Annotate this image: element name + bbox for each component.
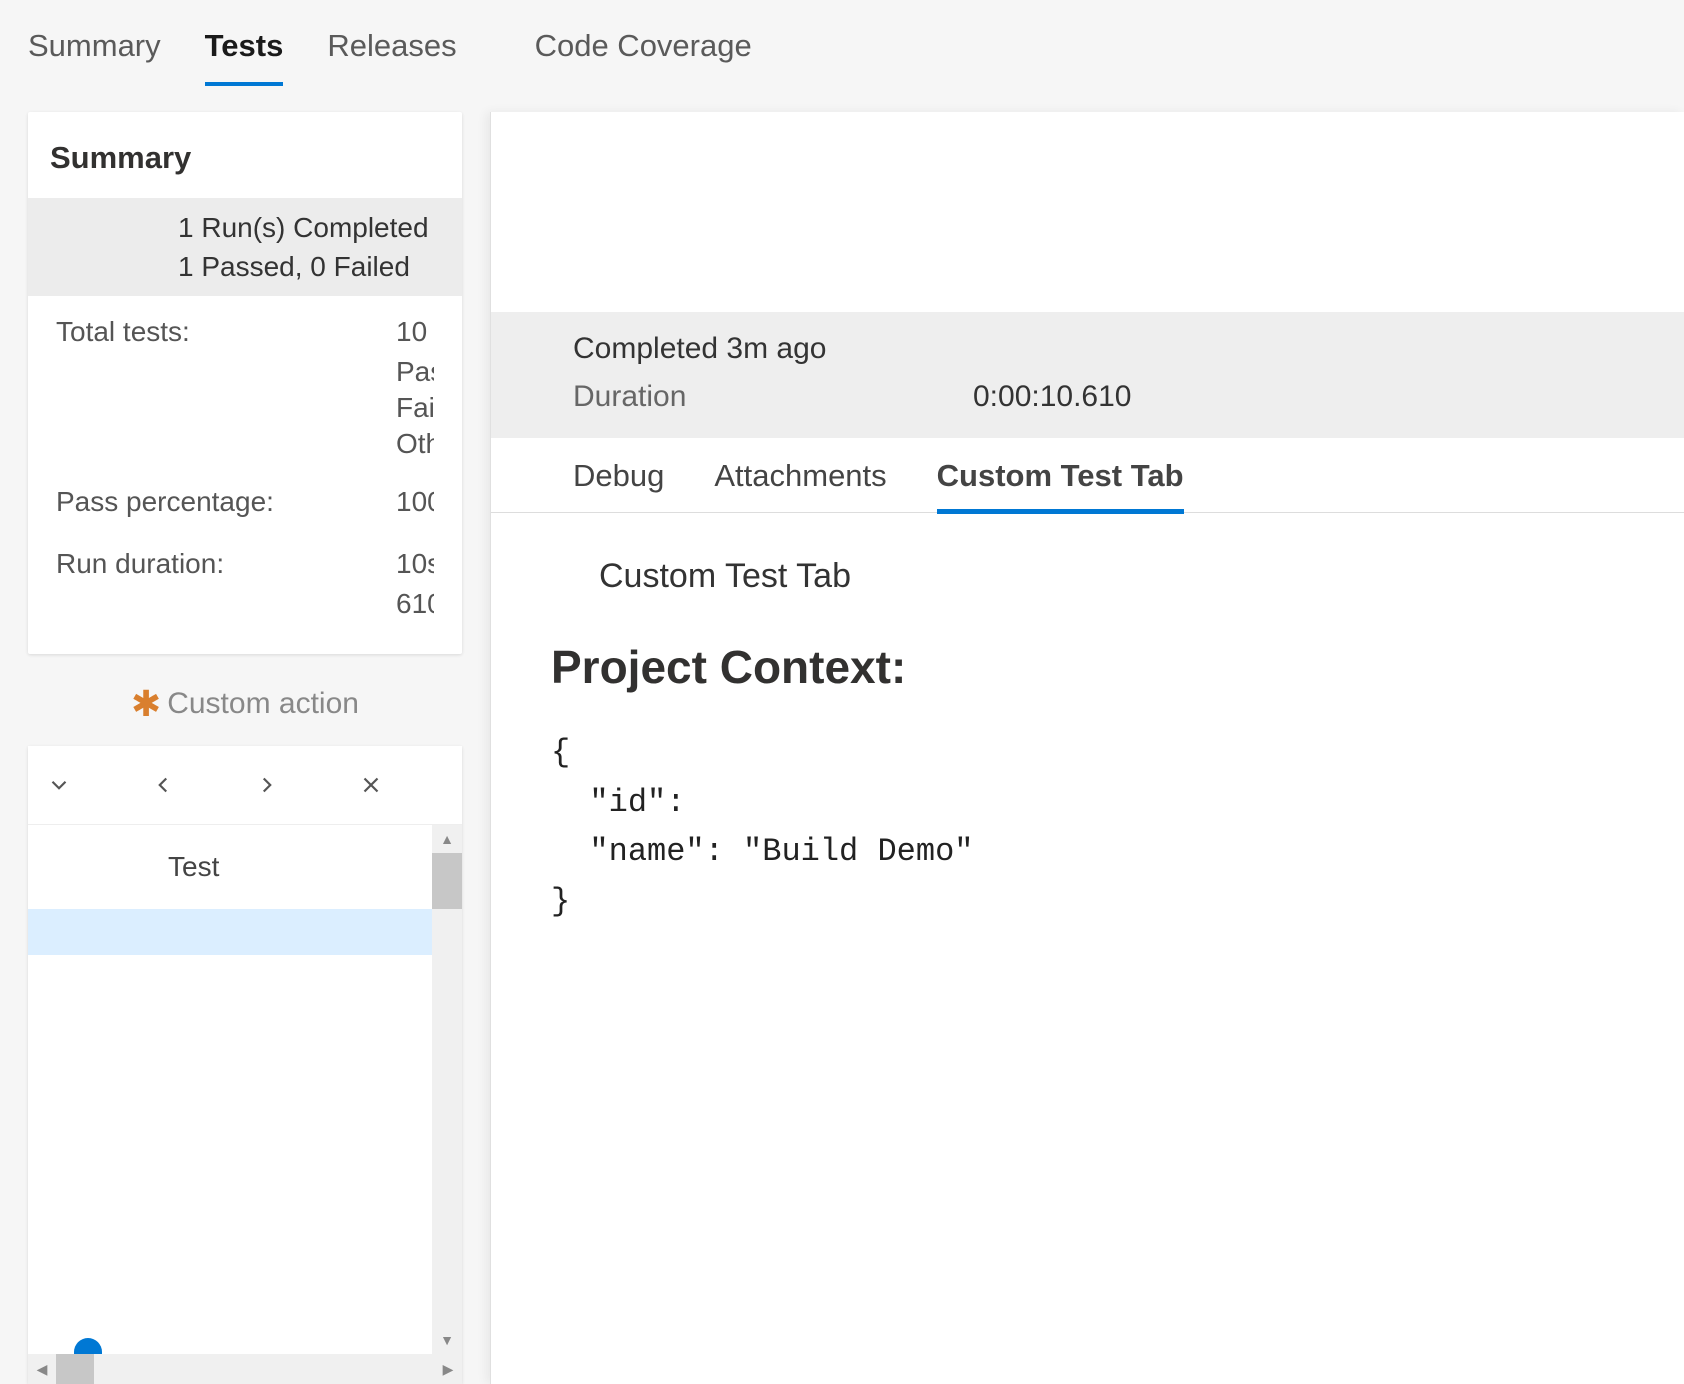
pass-pct-label: Pass percentage:: [56, 486, 396, 518]
pass-pct-value: 100%: [396, 486, 434, 518]
left-panel: Summary 1 Run(s) Completed 1 Passed, 0 F…: [0, 112, 490, 1384]
summary-run-band: 1 Run(s) Completed 1 Passed, 0 Failed: [28, 198, 462, 296]
test-column-header[interactable]: Test: [28, 825, 462, 909]
detail-duration-label: Duration: [573, 380, 973, 414]
run-duration-sub: 610ms: [56, 588, 434, 620]
project-context-json: { "id": "name": "Build Demo" }: [551, 728, 1624, 926]
next-button[interactable]: [246, 764, 288, 806]
test-list-body: [28, 909, 462, 1354]
horizontal-scrollbar[interactable]: ◀ ▶: [28, 1354, 462, 1384]
vertical-scrollbar[interactable]: ▲ ▼: [432, 825, 462, 1354]
stats-failed: Failed: [56, 392, 434, 424]
custom-action-label: Custom action: [167, 687, 359, 721]
star-icon: ✱: [131, 686, 161, 722]
tab-code-coverage[interactable]: Code Coverage: [535, 28, 752, 84]
close-icon: [358, 772, 384, 798]
summary-run-line: 1 Run(s) Completed: [178, 208, 462, 247]
completed-text: Completed 3m ago: [573, 332, 1684, 366]
scroll-left-button[interactable]: ◀: [28, 1354, 56, 1384]
detail-panel: Completed 3m ago Duration 0:00:10.610 De…: [490, 112, 1684, 1384]
summary-card: Summary 1 Run(s) Completed 1 Passed, 0 F…: [28, 112, 462, 654]
scroll-down-button[interactable]: ▼: [432, 1326, 462, 1354]
chevron-left-icon: [150, 772, 176, 798]
summary-stats: Total tests: 10 (1 Passed Failed Other P…: [28, 296, 462, 654]
total-tests-label: Total tests:: [56, 316, 396, 348]
vscroll-thumb[interactable]: [432, 853, 462, 909]
detail-tab-bar: Debug Attachments Custom Test Tab: [491, 438, 1684, 513]
hscroll-thumb[interactable]: [56, 1354, 94, 1384]
main-layout: Summary 1 Run(s) Completed 1 Passed, 0 F…: [0, 112, 1684, 1384]
tab-tests[interactable]: Tests: [205, 28, 284, 84]
prev-button[interactable]: [142, 764, 184, 806]
chevron-right-icon: [254, 772, 280, 798]
stats-other: Other: [56, 428, 434, 460]
tab-releases[interactable]: Releases: [327, 28, 456, 84]
detail-run-info: Completed 3m ago Duration 0:00:10.610: [491, 312, 1684, 438]
total-tests-value: 10 (1: [396, 316, 434, 348]
selected-test-row[interactable]: [28, 909, 462, 955]
detail-duration-value: 0:00:10.610: [973, 380, 1131, 414]
detail-body: Custom Test Tab Project Context: { "id":…: [491, 513, 1684, 1384]
tab-attachments[interactable]: Attachments: [714, 458, 886, 512]
custom-action-button[interactable]: ✱ Custom action: [28, 654, 462, 746]
expand-button[interactable]: [38, 764, 80, 806]
tab-summary[interactable]: Summary: [28, 28, 161, 84]
close-button[interactable]: [350, 764, 392, 806]
test-list-toolbar: [28, 746, 462, 825]
run-duration-value: 10s: [396, 548, 434, 580]
tab-custom-test[interactable]: Custom Test Tab: [937, 458, 1184, 512]
stats-passed: Passed: [56, 356, 434, 388]
selection-indicator-icon: [74, 1338, 102, 1354]
detail-spacer: [491, 112, 1684, 312]
run-duration-label: Run duration:: [56, 548, 396, 580]
custom-tab-subtitle: Custom Test Tab: [599, 557, 1624, 596]
summary-title: Summary: [28, 112, 462, 198]
chevron-down-icon: [46, 772, 72, 798]
tab-debug[interactable]: Debug: [573, 458, 664, 512]
summary-passfail-line: 1 Passed, 0 Failed: [178, 247, 462, 286]
test-list-card: Test ▲ ▼ ◀ ▶: [28, 746, 462, 1384]
top-tab-bar: Summary Tests Releases Code Coverage: [0, 0, 1684, 84]
project-context-heading: Project Context:: [551, 640, 1624, 694]
scroll-right-button[interactable]: ▶: [434, 1354, 462, 1384]
scroll-up-button[interactable]: ▲: [432, 825, 462, 853]
